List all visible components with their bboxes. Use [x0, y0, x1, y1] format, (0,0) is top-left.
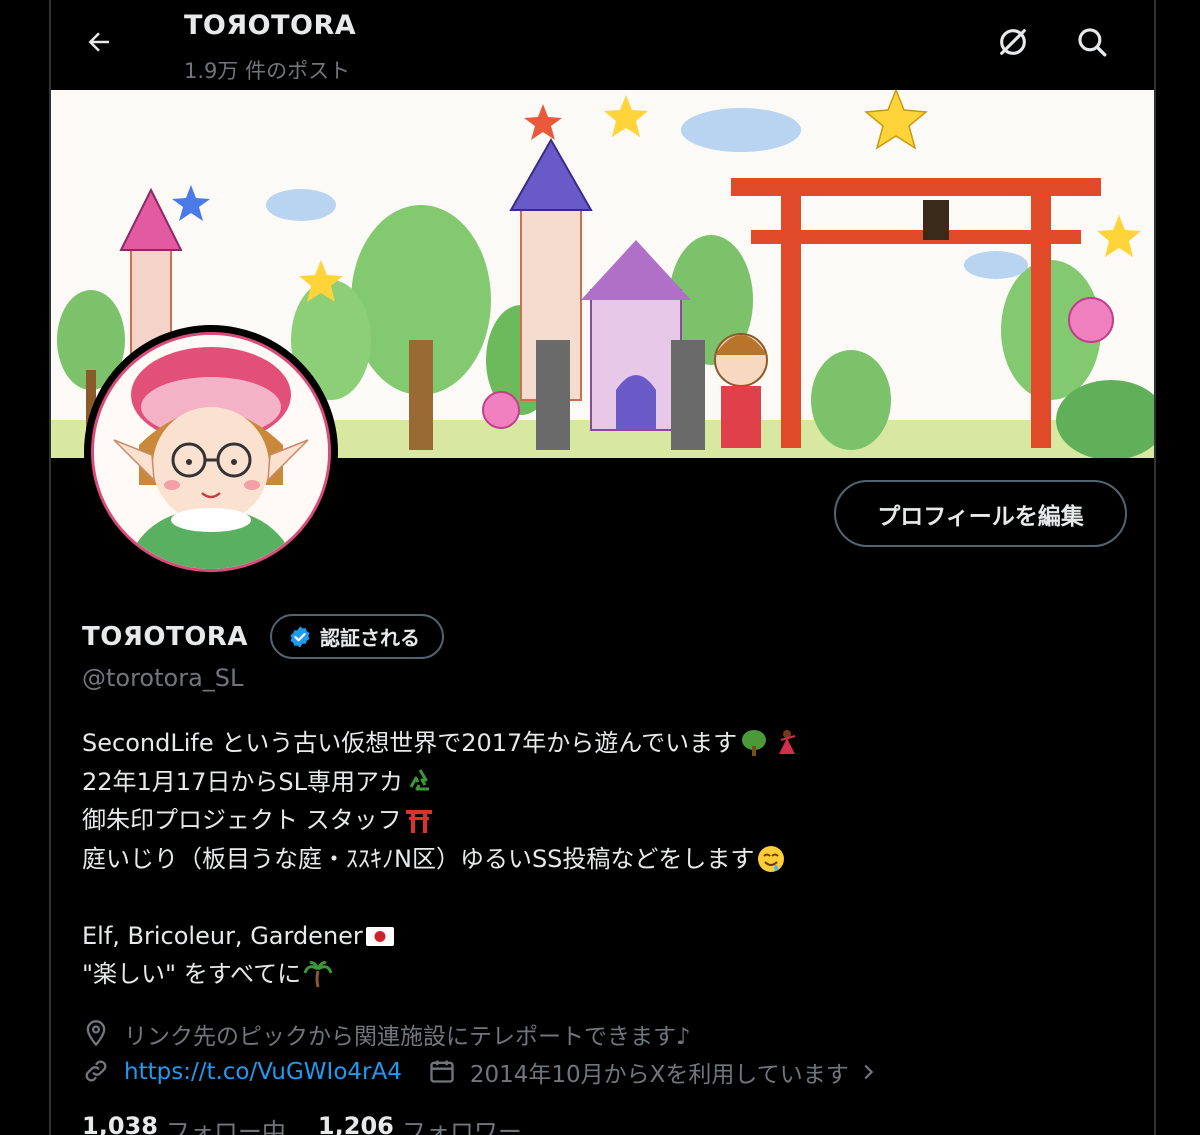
get-verified-button[interactable]: 認証される — [269, 614, 444, 659]
followers-label: フォロワー — [401, 1118, 522, 1135]
back-button[interactable] — [73, 18, 125, 66]
url-joined-row: https://t.co/VuGWIo4rA4 2014年10月からXを利用して… — [82, 1055, 879, 1089]
followers-count: 1,206 — [317, 1112, 394, 1135]
profile-bio: SecondLife という古い仮想世界で2017年から遊んでいます 22年1月… — [82, 724, 1122, 994]
following-link[interactable]: 1,038 フォロー中 — [82, 1112, 286, 1135]
japan-flag-emoji-icon — [365, 926, 394, 946]
post-count: 1.9万 件のポスト — [184, 59, 351, 83]
top-bar: TOЯOTORA 1.9万 件のポスト — [51, 0, 1154, 90]
header-title: TOЯOTORA — [184, 10, 357, 41]
bio-line: Elf, Bricoleur, Gardener — [82, 917, 1122, 956]
follow-stats: 1,038 フォロー中 1,206 フォロワー — [82, 1112, 554, 1135]
grok-icon — [1000, 29, 1026, 55]
back-arrow-icon — [88, 32, 109, 52]
recycle-emoji-icon — [409, 768, 429, 791]
torii-emoji-icon — [405, 810, 432, 834]
verified-label: 認証される — [319, 626, 420, 650]
bio-line: "楽しい" をすべてに — [82, 955, 1122, 994]
dancer-emoji-icon — [779, 730, 796, 755]
bio-line: 22年1月17日からSL専用アカ — [82, 763, 1122, 802]
bio-line: SecondLife という古い仮想世界で2017年から遊んでいます — [82, 724, 1122, 763]
followers-link[interactable]: 1,206 フォロワー — [318, 1112, 522, 1135]
palm-tree-emoji-icon — [303, 961, 333, 988]
bio-line: 庭いじり（板目うな庭・ｽｽｷﾉN区）ゆるいSS投稿などをします — [82, 840, 1122, 879]
following-count: 1,038 — [82, 1112, 158, 1135]
display-name: TOЯOTORA — [82, 621, 248, 652]
profile-url-link[interactable]: https://t.co/VuGWIo4rA4 — [124, 1059, 402, 1085]
chevron-right-icon — [857, 1061, 879, 1083]
drooling-face-emoji-icon — [758, 845, 785, 872]
calendar-icon — [428, 1057, 458, 1087]
search-button[interactable] — [1068, 18, 1116, 66]
tree-emoji-icon — [742, 730, 767, 757]
joined-date[interactable]: 2014年10月からXを利用しています — [428, 1055, 879, 1089]
user-handle: @torotora_SL — [82, 664, 244, 692]
grok-button[interactable] — [989, 18, 1037, 66]
profile-avatar[interactable] — [84, 325, 338, 579]
avatar-image — [91, 332, 331, 572]
joined-text: 2014年10月からXを利用しています — [469, 1062, 849, 1088]
location-icon — [82, 1019, 112, 1049]
location-row: リンク先のピックから関連施設にテレポートできます♪ — [82, 1017, 691, 1051]
bio-line: 御朱印プロジェクト スタッフ — [82, 801, 1122, 840]
following-label: フォロー中 — [165, 1118, 286, 1135]
name-row: TOЯOTORA 認証される — [82, 614, 444, 659]
link-icon — [82, 1057, 112, 1087]
edit-profile-button[interactable]: プロフィールを編集 — [834, 480, 1127, 547]
profile-column: TOЯOTORA 1.9万 件のポスト プロフィールを編集 TOЯOTORA 認… — [49, 0, 1156, 1135]
location-text: リンク先のピックから関連施設にテレポートできます♪ — [124, 1024, 691, 1050]
verified-badge-icon — [290, 626, 310, 647]
search-icon — [1078, 28, 1107, 57]
